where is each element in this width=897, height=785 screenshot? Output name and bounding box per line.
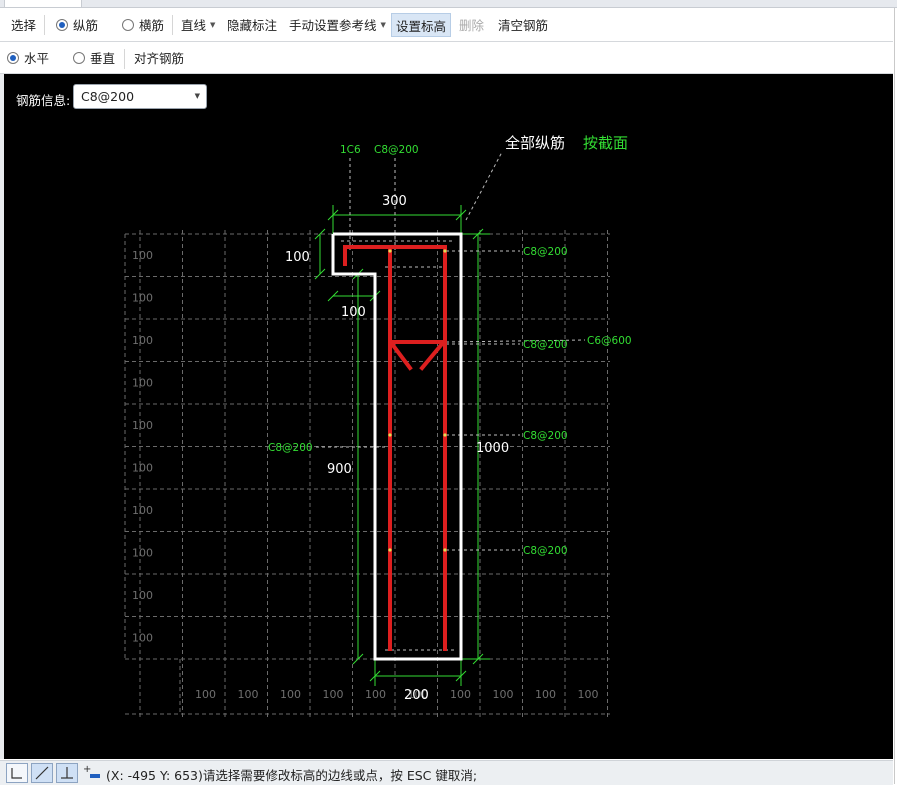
radio-unchecked-icon (73, 51, 85, 64)
dim-bottom-text: 200 (404, 688, 429, 703)
grid-label: 100 (493, 688, 514, 701)
label-right-2[interactable]: C8@200 (523, 339, 568, 351)
grid-label: 100 (132, 547, 153, 560)
grid-label: 100 (535, 688, 556, 701)
set-elevation-button[interactable]: 设置标高 (391, 13, 452, 37)
manual-reference-dropdown[interactable]: 手动设置参考线 ▼ (289, 8, 386, 41)
toolbar-separator (124, 49, 125, 69)
rebar-info-value: C8@200 (81, 89, 135, 104)
manual-ref-label: 手动设置参考线 (289, 18, 377, 33)
transverse-radio[interactable]: 横筋 (122, 8, 164, 41)
hide-label: 隐藏标注 (227, 18, 278, 33)
grid-label: 100 (238, 688, 259, 701)
grid-label: 100 (450, 688, 471, 701)
longitudinal-label: 纵筋 (73, 18, 99, 33)
document-tabs (0, 0, 897, 8)
drawing-labels: 1C6 C8@200 全部纵筋 按截面 300 100 100 900 1000… (268, 134, 632, 703)
label-right-4[interactable]: C8@200 (523, 545, 568, 557)
grid-label: 100 (132, 249, 153, 262)
hide-annotation-button[interactable]: 隐藏标注 (227, 8, 277, 41)
status-message: (X: -495 Y: 653)请选择需要修改标高的边线或点，按 ESC 键取消… (106, 768, 478, 783)
label-1c6[interactable]: 1C6 (340, 144, 361, 156)
set-elev-label: 设置标高 (396, 18, 447, 34)
dim-web-text: 900 (327, 462, 352, 477)
dim-flange-w-text: 100 (341, 305, 366, 320)
toolbar-separator (44, 15, 45, 35)
grid-label: 100 (132, 632, 153, 645)
dim-flange-h-text: 100 (285, 250, 310, 265)
grid-label: 100 (132, 462, 153, 475)
label-all-longitudinal: 全部纵筋 (505, 134, 565, 152)
grid-label: 100 (132, 419, 153, 432)
dim-total-text: 1000 (476, 441, 509, 456)
main-toolbar: 选择 纵筋 横筋 直线 ▼ 隐藏标注 手动设置参考线 ▼ 设置标高 删除 清空钢筋 (0, 8, 893, 42)
label-right-1[interactable]: C8@200 (523, 246, 568, 258)
add-point-icon[interactable]: + (81, 763, 103, 783)
grid-label: 100 (365, 688, 386, 701)
label-left[interactable]: C8@200 (268, 442, 313, 454)
transverse-label: 横筋 (139, 18, 165, 33)
rebar-hook-right (419, 341, 445, 371)
select-label: 选择 (11, 18, 37, 33)
chevron-down-icon: ▼ (210, 20, 216, 29)
perpendicular-mode-icon[interactable] (56, 763, 78, 783)
grid-label: 100 (323, 688, 344, 701)
rebar-info-select[interactable]: C8@200 ▼ (73, 84, 207, 109)
svg-text:+: + (83, 764, 91, 775)
select-button[interactable]: 选择 (11, 8, 36, 41)
grid-label: 100 (280, 688, 301, 701)
label-by-section[interactable]: 按截面 (583, 134, 628, 152)
line-label: 直线 (181, 18, 207, 33)
radio-unchecked-icon (122, 18, 134, 31)
tab-other[interactable] (70, 0, 150, 7)
label-c8-top[interactable]: C8@200 (374, 144, 419, 156)
line-dropdown[interactable]: 直线 ▼ (181, 8, 215, 41)
line-mode-icon[interactable] (31, 763, 53, 783)
clear-rebar-button[interactable]: 清空钢筋 (498, 8, 548, 41)
grid-label: 100 (132, 504, 153, 517)
align-rebar-button[interactable]: 对齐钢筋 (134, 42, 184, 73)
delete-label: 删除 (459, 18, 485, 33)
toolbar-separator (172, 15, 173, 35)
chevron-down-icon: ▼ (194, 92, 200, 100)
label-c6[interactable]: C6@600 (587, 335, 632, 347)
leader-lines (316, 151, 586, 651)
grid-label: 100 (132, 292, 153, 305)
radio-checked-icon (56, 18, 68, 31)
align-label: 对齐钢筋 (134, 51, 185, 66)
section-drawing[interactable]: 100100100100100100100100100100100 100 100 1… (0, 74, 893, 760)
label-right-3[interactable]: C8@200 (523, 430, 568, 442)
status-bar: + (X: -495 Y: 653)请选择需要修改标高的边线或点，按 ESC 键… (0, 760, 893, 785)
dim-top-text: 300 (382, 194, 407, 209)
chevron-down-icon: ▼ (380, 20, 386, 29)
leader-title (465, 151, 503, 221)
grid-label: 100 (132, 377, 153, 390)
grid-label: 100 (132, 334, 153, 347)
dimension-lines (314, 205, 490, 686)
grid-label: 100 (195, 688, 216, 701)
ortho-mode-icon[interactable] (6, 763, 28, 783)
longitudinal-radio[interactable]: 纵筋 (56, 8, 98, 41)
delete-button[interactable]: 删除 (459, 8, 484, 41)
clear-label: 清空钢筋 (498, 18, 549, 33)
horizontal-radio[interactable]: 水平 (7, 42, 49, 73)
grid-label: 100 (578, 688, 599, 701)
grid-label: 100 (132, 589, 153, 602)
vertical-radio[interactable]: 垂直 (73, 42, 115, 73)
horizontal-label: 水平 (24, 51, 50, 66)
vertical-label: 垂直 (90, 51, 116, 66)
rebar-info-label: 钢筋信息: (16, 93, 71, 108)
secondary-toolbar: 水平 垂直 对齐钢筋 (0, 42, 893, 74)
radio-checked-icon (7, 51, 19, 64)
reference-grid: 100 100 100 100 100 100 100 100 100 100 100 100 100 1… (124, 230, 610, 718)
